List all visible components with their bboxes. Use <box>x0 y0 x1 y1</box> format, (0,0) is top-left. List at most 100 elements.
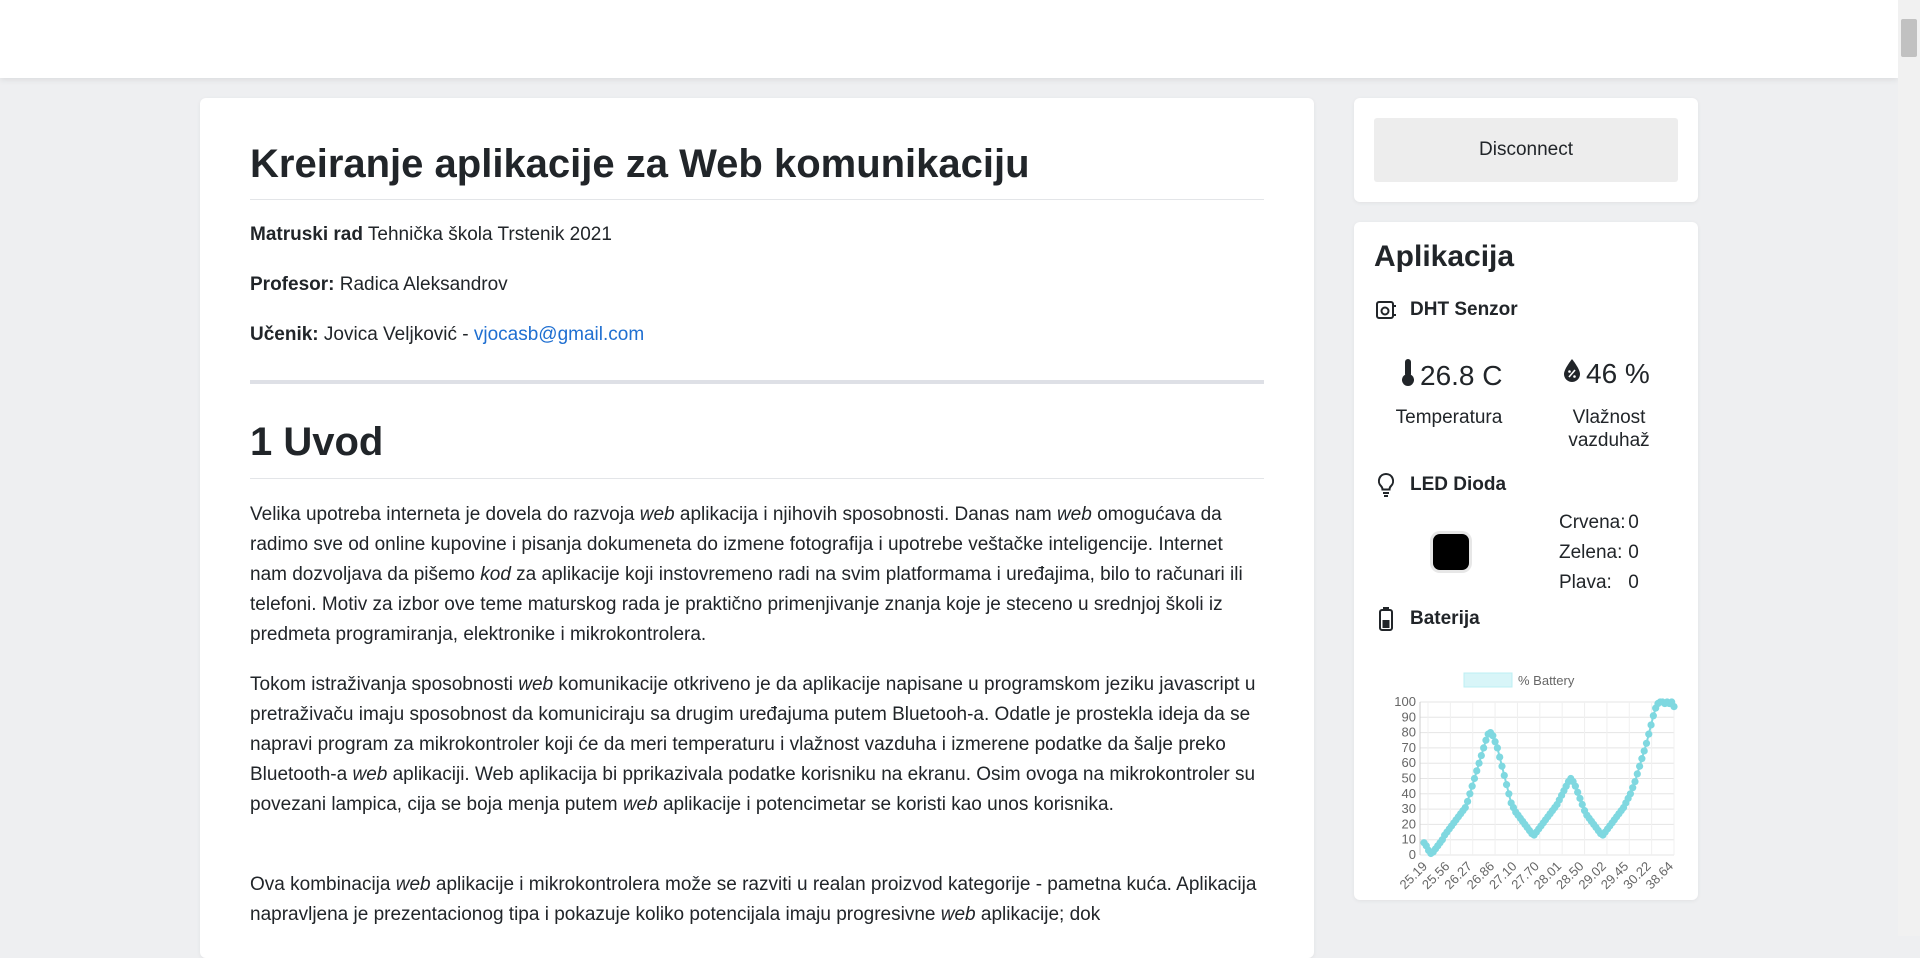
battery-point <box>1489 732 1497 740</box>
title-divider <box>250 199 1264 200</box>
meta-ucenik-value: Jovica Veljković - <box>323 324 474 345</box>
main-content-card: Kreiranje aplikacije za Web komunikaciju… <box>200 98 1314 958</box>
battery-point <box>1463 797 1472 806</box>
battery-point <box>1475 759 1483 767</box>
disconnect-button[interactable]: Disconnect <box>1374 118 1678 182</box>
battery-point <box>1631 777 1639 786</box>
scrollbar-thumb[interactable] <box>1901 19 1917 57</box>
droplet-icon <box>1562 357 1582 390</box>
temperature-label: Temperatura <box>1395 407 1503 428</box>
thermometer-icon <box>1400 357 1416 394</box>
battery-point <box>1576 794 1584 802</box>
y-tick-label: 50 <box>1402 771 1416 786</box>
meta-rad: Matruski rad Tehnička škola Trstenik 202… <box>250 224 612 246</box>
battery-point <box>1466 790 1474 798</box>
section-title: 1 Uvod <box>250 420 384 464</box>
paragraph-1: Velika upotreba interneta je dovela do r… <box>250 504 1243 645</box>
battery-point <box>1635 762 1644 770</box>
battery-point <box>1633 770 1641 778</box>
page-title: Kreiranje aplikacije za Web komunikaciju <box>250 142 1030 186</box>
battery-point <box>1629 784 1637 792</box>
app-title: Aplikacija <box>1374 240 1515 273</box>
legend-swatch <box>1463 672 1513 688</box>
battery-point <box>1670 702 1678 711</box>
battery-point <box>1477 751 1485 760</box>
battery-icon <box>1374 606 1398 632</box>
battery-line <box>1423 700 1675 855</box>
green-label: Zelena: <box>1559 542 1623 563</box>
led-green-row: Zelena: 0 <box>1559 542 1639 564</box>
battery-point <box>1502 781 1511 789</box>
battery-point <box>1649 712 1657 720</box>
connection-card: Disconnect <box>1354 98 1698 202</box>
scrollbar[interactable] <box>1898 0 1920 936</box>
paragraph-3: Ova kombinacija web aplikacije i mikroko… <box>250 874 1257 925</box>
battery-point <box>1645 730 1653 738</box>
top-navbar <box>0 0 1898 78</box>
battery-point <box>1498 762 1506 770</box>
battery-chart: % Battery 0 10 20 30 40 50 60 70 80 90 100 25.19 25.5… <box>1354 662 1698 902</box>
red-value: 0 <box>1628 512 1639 533</box>
battery-point <box>1493 744 1501 752</box>
y-tick-label: 0 <box>1409 847 1416 862</box>
battery-point <box>1505 790 1513 798</box>
battery-point <box>1482 736 1490 744</box>
meta-profesor: Profesor: Radica Aleksandrov <box>250 274 508 296</box>
meta-profesor-label: Profesor: <box>250 274 335 295</box>
temperature-reading: 26.8 C <box>1420 359 1503 391</box>
battery-point <box>1473 767 1481 775</box>
y-tick-label: 20 <box>1402 816 1416 831</box>
led-red-row: Crvena: 0 <box>1559 512 1639 534</box>
battery-point <box>1578 800 1586 809</box>
led-color-swatch <box>1433 534 1469 570</box>
y-tick-label: 10 <box>1402 832 1416 847</box>
email-link[interactable]: vjocasb@gmail.com <box>474 324 644 345</box>
y-tick-label: 40 <box>1402 786 1416 801</box>
battery-point <box>1642 739 1651 747</box>
sensor-icon <box>1374 298 1398 322</box>
battery-point <box>1640 747 1648 755</box>
battery-point <box>1626 790 1635 798</box>
paragraph-2: Tokom istraživanja sposobnosti web komun… <box>250 674 1256 815</box>
humidity-label: Vlažnost vazduhaž <box>1568 407 1650 451</box>
battery-point <box>1496 753 1504 761</box>
section-divider <box>250 380 1264 384</box>
led-blue-row: Plava: 0 <box>1559 572 1639 594</box>
battery-point <box>1571 782 1579 790</box>
battery-section-header: Baterija <box>1374 606 1480 632</box>
y-tick-label: 30 <box>1402 801 1416 816</box>
battery-point <box>1461 803 1469 812</box>
battery-point <box>1491 738 1499 746</box>
y-tick-label: 90 <box>1402 709 1416 724</box>
battery-point <box>1480 744 1488 752</box>
app-card: Aplikacija DHT Senzor 26.8 C Temperatura <box>1354 222 1698 900</box>
battery-chart-svg: % Battery010203040506070809010025.1925.5… <box>1394 672 1678 892</box>
battery-point <box>1500 771 1508 780</box>
meta-ucenik-label: Učenik: <box>250 324 319 345</box>
temperature-value: 26.8 C <box>1400 357 1503 394</box>
battery-point <box>1470 774 1479 783</box>
battery-title: Baterija <box>1410 608 1480 629</box>
dht-section-header: DHT Senzor <box>1374 298 1518 322</box>
red-label: Crvena: <box>1559 512 1626 533</box>
meta-rad-value: Tehnička škola Trstenik 2021 <box>367 224 612 245</box>
meta-profesor-value: Radica Aleksandrov <box>339 274 508 295</box>
dht-title: DHT Senzor <box>1410 299 1518 320</box>
legend-label: % Battery <box>1518 673 1575 688</box>
y-tick-label: 100 <box>1394 694 1416 709</box>
led-title: LED Dioda <box>1410 474 1507 495</box>
green-value: 0 <box>1628 542 1639 563</box>
y-tick-label: 60 <box>1402 755 1416 770</box>
lightbulb-icon <box>1374 472 1398 498</box>
section-title-divider <box>250 478 1264 479</box>
meta-ucenik: Učenik: Jovica Veljković - vjocasb@gmail… <box>250 324 644 346</box>
blue-value: 0 <box>1628 572 1639 593</box>
battery-point <box>1638 755 1646 763</box>
led-section-header: LED Dioda <box>1374 472 1506 498</box>
meta-rad-label: Matruski rad <box>250 224 363 245</box>
blue-label: Plava: <box>1559 572 1612 593</box>
humidity-value: 46 % <box>1562 357 1650 390</box>
y-tick-label: 80 <box>1402 725 1416 740</box>
humidity-reading: 46 % <box>1586 357 1650 389</box>
battery-point <box>1468 782 1476 790</box>
